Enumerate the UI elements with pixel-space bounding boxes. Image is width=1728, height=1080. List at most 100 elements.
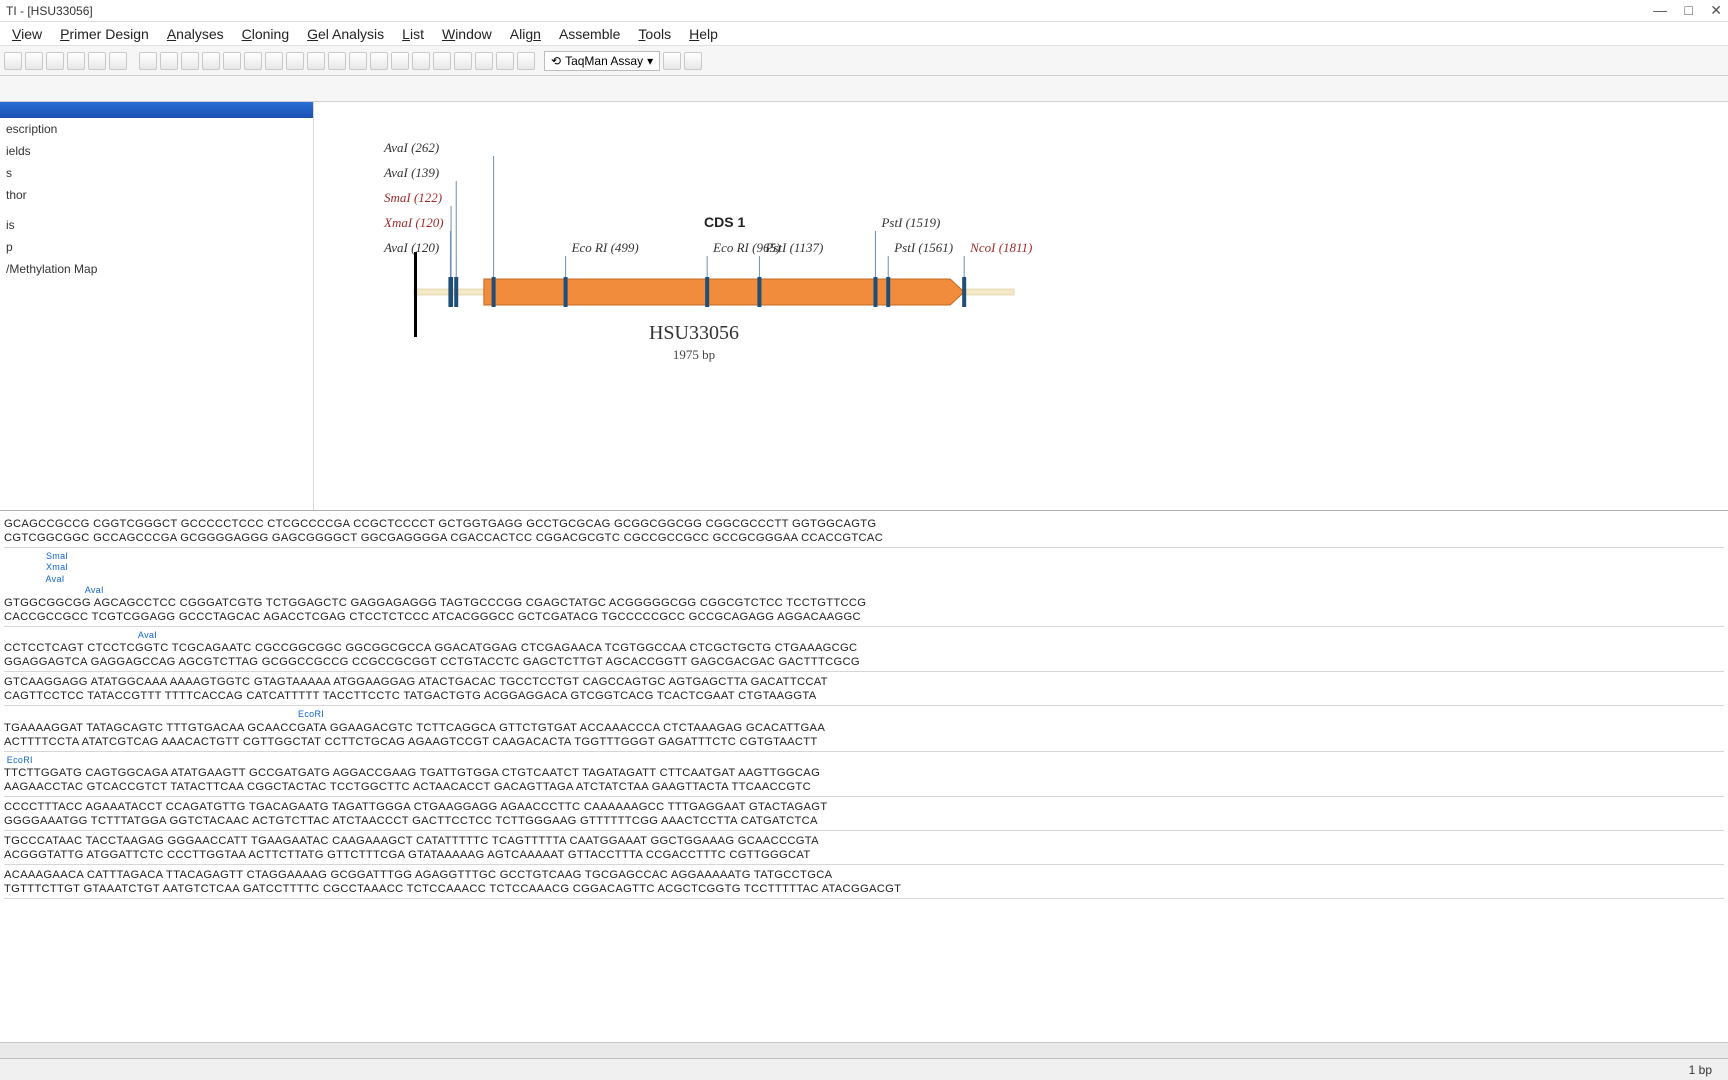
restriction-site-label: XmaI xyxy=(4,562,1724,573)
svg-text:AvaI (139): AvaI (139) xyxy=(383,165,439,180)
sequence-top-strand: TGCCCATAAC TACCTAAGAG GGGAACCATT TGAAGAA… xyxy=(4,834,1724,848)
toolbar-button[interactable] xyxy=(181,52,199,70)
toolbar-button[interactable] xyxy=(265,52,283,70)
sequence-bottom-strand: CGTCGGCGGC GCCAGCCCGA GCGGGGAGGG GAGCGGG… xyxy=(4,531,1724,545)
close-button[interactable]: ✕ xyxy=(1710,2,1722,18)
toolbar-button[interactable] xyxy=(223,52,241,70)
toolbar-button[interactable] xyxy=(412,52,430,70)
toolbar-button[interactable] xyxy=(88,52,106,70)
maximize-button[interactable]: □ xyxy=(1684,2,1692,18)
sidebar-header[interactable] xyxy=(0,102,313,118)
menu-align[interactable]: Align xyxy=(502,24,549,44)
toolbar-button[interactable] xyxy=(391,52,409,70)
sequence-bottom-strand: GGAGGAGTCA GAGGAGCCAG AGCGTCTTAG GCGGCCG… xyxy=(4,655,1724,669)
restriction-site-label: AvaI xyxy=(4,574,1724,585)
sequence-block: TGCCCATAAC TACCTAAGAG GGGAACCATT TGAAGAA… xyxy=(4,834,1724,865)
sidebar-item[interactable]: escription xyxy=(0,118,313,140)
menu-list[interactable]: List xyxy=(394,24,432,44)
svg-text:AvaI (262): AvaI (262) xyxy=(383,140,439,155)
menu-tools[interactable]: Tools xyxy=(630,24,679,44)
sequence-name: HSU33056 xyxy=(644,322,744,345)
toolbar-button[interactable] xyxy=(67,52,85,70)
left-sidebar: escriptionieldssthor isp/Methylation Map xyxy=(0,102,314,510)
sequence-bottom-strand: AAGAACCTAC GTCACCGTCT TATACTTCAA CGGCTAC… xyxy=(4,780,1724,794)
toolbar-button[interactable] xyxy=(46,52,64,70)
horizontal-scrollbar[interactable] xyxy=(0,1042,1728,1058)
toolbar-button[interactable] xyxy=(4,52,22,70)
sidebar-item[interactable]: /Methylation Map xyxy=(0,258,313,280)
main-toolbar: ⟲ TaqMan Assay ▾ xyxy=(0,46,1728,76)
sidebar-item[interactable]: ields xyxy=(0,140,313,162)
window-title: TI - [HSU33056] xyxy=(6,4,93,18)
taqman-label: TaqMan Assay xyxy=(565,54,643,68)
toolbar-button[interactable] xyxy=(517,52,535,70)
sequence-bottom-strand: ACTTTTCCTA ATATCGTCAG AAACACTGTT CGTTGGC… xyxy=(4,735,1724,749)
restriction-site-label: EcoRI xyxy=(4,755,1724,766)
svg-text:PstI (1137): PstI (1137) xyxy=(764,240,823,255)
minimize-button[interactable]: — xyxy=(1653,2,1667,18)
sequence-bottom-strand: CACCGCCGCC TCGTCGGAGG GCCCTAGCAC AGACCTC… xyxy=(4,610,1724,624)
sequence-top-strand: TTCTTGGATG CAGTGGCAGA ATATGAAGTT GCCGATG… xyxy=(4,766,1724,780)
menu-primer-design[interactable]: Primer Design xyxy=(52,24,157,44)
toolbar-button[interactable] xyxy=(475,52,493,70)
menu-cloning[interactable]: Cloning xyxy=(234,24,298,44)
main-area: escriptionieldssthorisp/Methylation Map … xyxy=(0,102,1728,510)
toolbar-button[interactable] xyxy=(496,52,514,70)
sidebar-item[interactable]: is xyxy=(0,214,313,236)
toolbar-button[interactable] xyxy=(349,52,367,70)
sequence-bottom-strand: ACGGGTATTG ATGGATTCTC CCCTTGGTAA ACTTCTT… xyxy=(4,848,1724,862)
menu-analyses[interactable]: Analyses xyxy=(159,24,232,44)
svg-text:PstI (1561): PstI (1561) xyxy=(893,240,953,255)
restriction-site-label: AvaI xyxy=(4,630,1724,641)
svg-text:AvaI (120): AvaI (120) xyxy=(383,240,439,255)
toolbar-button[interactable] xyxy=(433,52,451,70)
sequence-top-strand: ACAAAGAACA CATTTAGACA TTACAGAGTT CTAGGAA… xyxy=(4,868,1724,882)
toolbar-button[interactable] xyxy=(328,52,346,70)
sequence-block: CCCCTTTACC AGAAATACCT CCAGATGTTG TGACAGA… xyxy=(4,800,1724,831)
status-bar: 1 bp xyxy=(0,1058,1728,1080)
menu-view[interactable]: VViewiew xyxy=(4,24,50,44)
menu-window[interactable]: Window xyxy=(434,24,500,44)
taqman-dropdown[interactable]: ⟲ TaqMan Assay ▾ xyxy=(544,51,660,71)
sidebar-item[interactable]: thor xyxy=(0,184,313,206)
sequence-top-strand: CCCCTTTACC AGAAATACCT CCAGATGTTG TGACAGA… xyxy=(4,800,1724,814)
sequence-top-strand: CCTCCTCAGT CTCCTCGGTC TCGCAGAATC CGCCGGC… xyxy=(4,641,1724,655)
sidebar-item[interactable]: s xyxy=(0,162,313,184)
svg-text:SmaI (122): SmaI (122) xyxy=(384,190,442,205)
secondary-toolbar xyxy=(0,76,1728,102)
toolbar-button[interactable] xyxy=(454,52,472,70)
toolbar-button[interactable] xyxy=(109,52,127,70)
restriction-site-label: SmaI xyxy=(4,551,1724,562)
menu-gel-analysis[interactable]: Gel Analysis xyxy=(299,24,392,44)
toolbar-button[interactable] xyxy=(244,52,262,70)
dna-icon: ⟲ xyxy=(551,54,561,68)
sequence-block: EcoRITTCTTGGATG CAGTGGCAGA ATATGAAGTT GC… xyxy=(4,755,1724,797)
toolbar-button[interactable] xyxy=(663,52,681,70)
menu-bar: VViewiew Primer Design Analyses Cloning … xyxy=(0,22,1728,46)
toolbar-button[interactable] xyxy=(202,52,220,70)
svg-text:XmaI (120): XmaI (120) xyxy=(383,215,444,230)
toolbar-button[interactable] xyxy=(139,52,157,70)
svg-text:CDS 1: CDS 1 xyxy=(704,214,745,230)
sequence-block: EcoRITGAAAAGGAT TATAGCAGTC TTTGTGACAA GC… xyxy=(4,709,1724,751)
toolbar-button[interactable] xyxy=(684,52,702,70)
sequence-top-strand: GCAGCCGCCG CGGTCGGGCT GCCCCCTCCC CTCGCCC… xyxy=(4,517,1724,531)
sequence-block: GCAGCCGCCG CGGTCGGGCT GCCCCCTCCC CTCGCCC… xyxy=(4,517,1724,548)
toolbar-button[interactable] xyxy=(307,52,325,70)
toolbar-button[interactable] xyxy=(286,52,304,70)
menu-help[interactable]: Help xyxy=(681,24,726,44)
svg-text:Eco RI (499): Eco RI (499) xyxy=(571,240,639,255)
title-bar: TI - [HSU33056] — □ ✕ xyxy=(0,0,1728,22)
menu-assemble[interactable]: Assemble xyxy=(551,24,628,44)
window-controls: — □ ✕ xyxy=(1639,2,1722,19)
sequence-text-panel[interactable]: GCAGCCGCCG CGGTCGGGCT GCCCCCTCCC CTCGCCC… xyxy=(0,510,1728,904)
sidebar-item[interactable] xyxy=(0,206,313,214)
toolbar-button[interactable] xyxy=(25,52,43,70)
sequence-map-view[interactable]: CDS 1 AvaI (262) AvaI (139) SmaI (122) XmaI … xyxy=(314,102,1728,510)
svg-text:NcoI (1811): NcoI (1811) xyxy=(969,240,1032,255)
toolbar-button[interactable] xyxy=(370,52,388,70)
sequence-bottom-strand: GGGGAAATGG TCTTTATGGA GGTCTACAAC ACTGTCT… xyxy=(4,814,1724,828)
sidebar-item[interactable]: p xyxy=(0,236,313,258)
toolbar-button[interactable] xyxy=(160,52,178,70)
sequence-top-strand: TGAAAAGGAT TATAGCAGTC TTTGTGACAA GCAACCG… xyxy=(4,721,1724,735)
